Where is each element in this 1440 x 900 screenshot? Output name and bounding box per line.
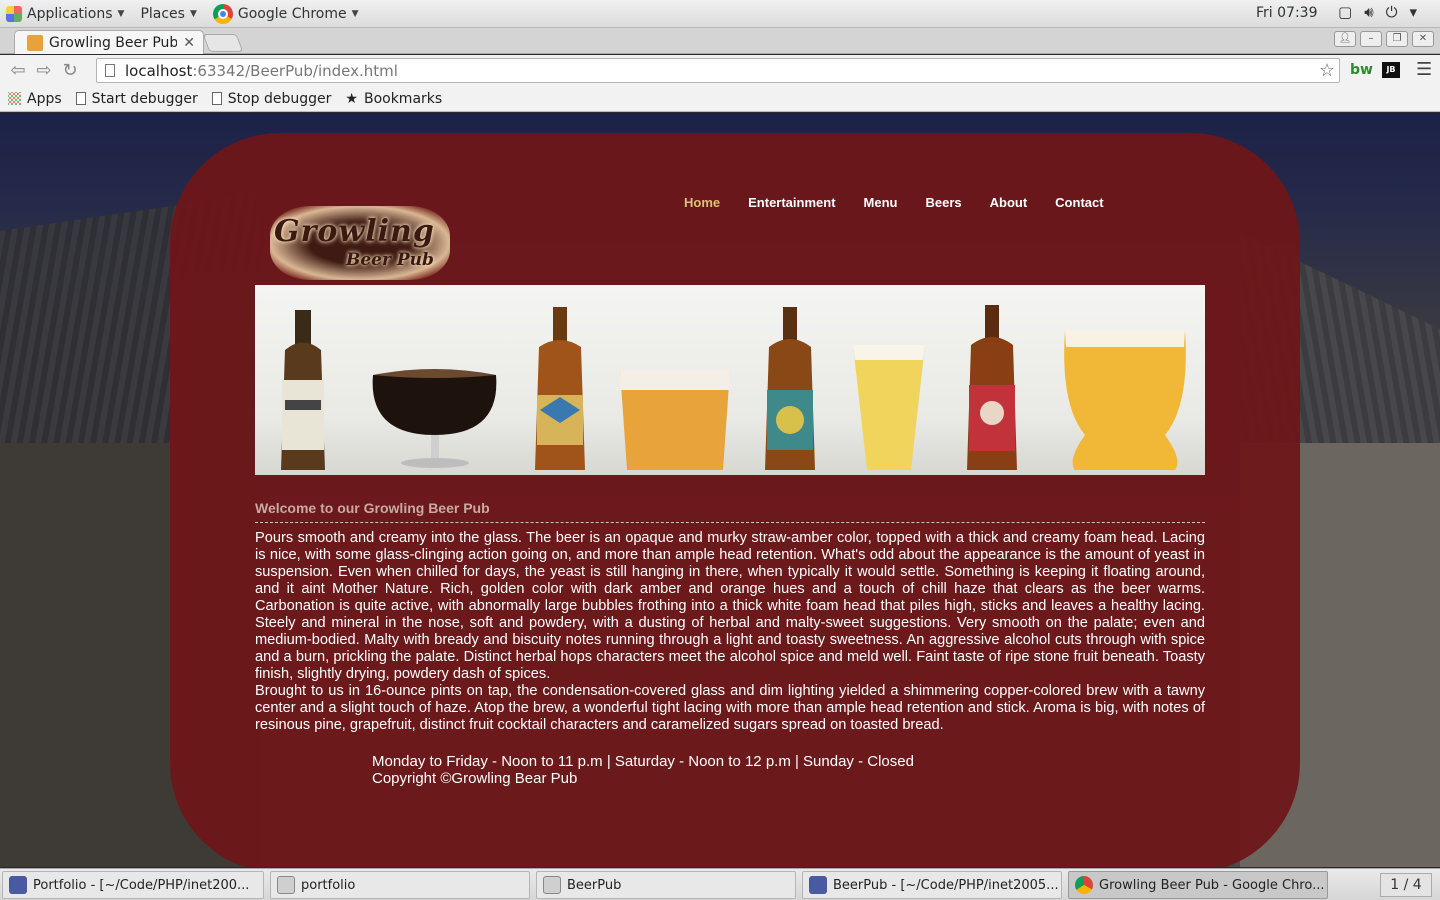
nav-menu[interactable]: Menu [864, 195, 898, 210]
tab-title: Growling Beer Pub [49, 34, 178, 51]
bottle-icon [281, 310, 325, 470]
bottle-icon [765, 307, 815, 470]
bookmark-label: Start debugger [91, 90, 198, 107]
caret-down-icon: ▼ [117, 8, 125, 19]
power-icon: ⏻ [1385, 3, 1398, 21]
clock[interactable]: Fri 07:39 [1256, 5, 1317, 21]
reload-icon[interactable]: ↻ [58, 59, 82, 83]
favicon-icon [27, 34, 43, 51]
glass-icon [620, 370, 730, 470]
paragraph: Pours smooth and creamy into the glass. … [255, 530, 1205, 682]
caret-down-icon: ▾ [1409, 3, 1418, 21]
workspace-switcher[interactable]: 1 / 4 [1380, 873, 1432, 897]
beer-lineup-illustration [281, 305, 1186, 470]
top-panel: Applications ▼ Places ▼ Google Chrome ▼ … [0, 0, 1440, 28]
taskbar: Portfolio - [~/Code/PHP/inet200... portf… [0, 868, 1440, 900]
taskbar-item[interactable]: BeerPub - [~/Code/PHP/inet2005... [802, 871, 1062, 899]
new-tab-button[interactable] [202, 34, 244, 52]
minimize-button[interactable]: – [1360, 31, 1382, 47]
active-app-label: Google Chrome [237, 5, 347, 22]
bottle-icon [535, 307, 585, 470]
bookmark-stop-debugger[interactable]: Stop debugger [211, 90, 332, 107]
nav-entertainment[interactable]: Entertainment [748, 195, 835, 210]
logo-subtitle: Beer Pub [346, 250, 434, 270]
bitwarden-extension-icon[interactable]: bw [1350, 62, 1373, 78]
apps-grid-icon [8, 92, 21, 105]
welcome-heading: Welcome to our Growling Beer Pub [255, 500, 1205, 523]
page-icon [105, 64, 115, 77]
tab-strip: Growling Beer Pub ✕ 👤︎ – ❐ ✕ [0, 28, 1440, 54]
bookmark-bookmarks[interactable]: ★ Bookmarks [345, 91, 442, 107]
taskbar-item[interactable]: BeerPub [536, 871, 796, 899]
browser-toolbar: ⇦ ⇨ ↻ localhost:63342/BeerPub/index.html… [0, 55, 1440, 86]
main-content: Pours smooth and creamy into the glass. … [255, 530, 1205, 734]
maximize-button[interactable]: ❐ [1386, 31, 1408, 47]
back-icon[interactable]: ⇦ [6, 59, 30, 83]
paragraph: Brought to us in 16-ounce pints on tap, … [255, 683, 1205, 733]
site-logo[interactable]: Growling Beer Pub [270, 206, 450, 280]
window-icon [543, 876, 561, 894]
window-controls: 👤︎ – ❐ ✕ [1334, 31, 1434, 47]
taskbar-item-label: BeerPub - [~/Code/PHP/inet2005... [833, 877, 1059, 893]
active-app-menu[interactable]: Google Chrome ▼ [207, 0, 369, 28]
page-icon [75, 92, 86, 105]
window-icon: ▢ [1338, 3, 1353, 21]
close-window-button[interactable]: ✕ [1412, 31, 1434, 47]
bookmark-label: Apps [27, 90, 62, 107]
system-status[interactable]: ▢ 🔊︎ ⏻ ▾ [1338, 3, 1417, 21]
places-label: Places [140, 5, 185, 22]
beer-banner-image [255, 285, 1205, 475]
caret-down-icon: ▼ [351, 8, 359, 19]
star-icon: ★ [345, 90, 358, 107]
applications-icon [6, 5, 22, 22]
nav-home[interactable]: Home [684, 195, 720, 210]
taskbar-item[interactable]: Growling Beer Pub - Google Chro... [1068, 871, 1328, 899]
taskbar-item[interactable]: portfolio [270, 871, 530, 899]
chrome-icon [212, 3, 233, 24]
applications-label: Applications [27, 5, 113, 22]
page-icon [211, 92, 222, 105]
bookmark-label: Bookmarks [363, 90, 443, 107]
glass-icon [1064, 330, 1186, 470]
site-nav: Home Entertainment Menu Beers About Cont… [684, 195, 1104, 210]
address-bar[interactable]: localhost:63342/BeerPub/index.html ☆ [96, 58, 1340, 83]
nav-beers[interactable]: Beers [925, 195, 961, 210]
phpstorm-icon [9, 876, 27, 894]
copyright: Copyright ©Growling Bear Pub [372, 770, 578, 787]
tab-growling-beer-pub[interactable]: Growling Beer Pub ✕ [14, 30, 204, 54]
bookmarks-bar: Apps Start debugger Stop debugger ★ Book… [0, 86, 1440, 112]
bookmark-star-icon[interactable]: ☆ [1319, 60, 1335, 81]
chrome-menu-icon[interactable]: ☰ [1416, 59, 1432, 80]
bookmark-start-debugger[interactable]: Start debugger [75, 90, 198, 107]
bookmark-apps[interactable]: Apps [8, 91, 62, 107]
close-icon[interactable]: ✕ [183, 35, 195, 51]
url-host: localhost [125, 61, 193, 80]
page-viewport[interactable]: Home Entertainment Menu Beers About Cont… [0, 113, 1440, 867]
logo-title: Growling [274, 214, 435, 249]
glass-icon [853, 345, 925, 470]
window-icon [277, 876, 295, 894]
taskbar-item-label: BeerPub [567, 877, 622, 893]
url-path: :63342/BeerPub/index.html [192, 61, 398, 80]
taskbar-item[interactable]: Portfolio - [~/Code/PHP/inet200... [2, 871, 264, 899]
user-icon[interactable]: 👤︎ [1334, 31, 1356, 47]
places-menu[interactable]: Places ▼ [134, 0, 206, 28]
taskbar-item-label: Portfolio - [~/Code/PHP/inet200... [33, 877, 250, 893]
taskbar-item-label: Growling Beer Pub - Google Chro... [1099, 877, 1325, 893]
bookmark-label: Stop debugger [227, 90, 332, 107]
phpstorm-icon [809, 876, 827, 894]
chrome-icon [1075, 876, 1093, 894]
forward-icon[interactable]: ⇨ [32, 59, 56, 83]
bottle-icon [967, 305, 1017, 470]
taskbar-item-label: portfolio [301, 877, 356, 893]
nav-about[interactable]: About [990, 195, 1028, 210]
applications-menu[interactable]: Applications ▼ [0, 0, 134, 28]
glass-icon [372, 369, 497, 468]
opening-hours: Monday to Friday - Noon to 11 p.m | Satu… [372, 753, 914, 770]
jetbrains-extension-icon[interactable]: JB [1382, 62, 1400, 78]
nav-contact[interactable]: Contact [1055, 195, 1103, 210]
site-footer: Monday to Friday - Noon to 11 p.m | Satu… [372, 753, 914, 787]
volume-icon: 🔊︎ [1364, 3, 1374, 21]
caret-down-icon: ▼ [189, 8, 197, 19]
